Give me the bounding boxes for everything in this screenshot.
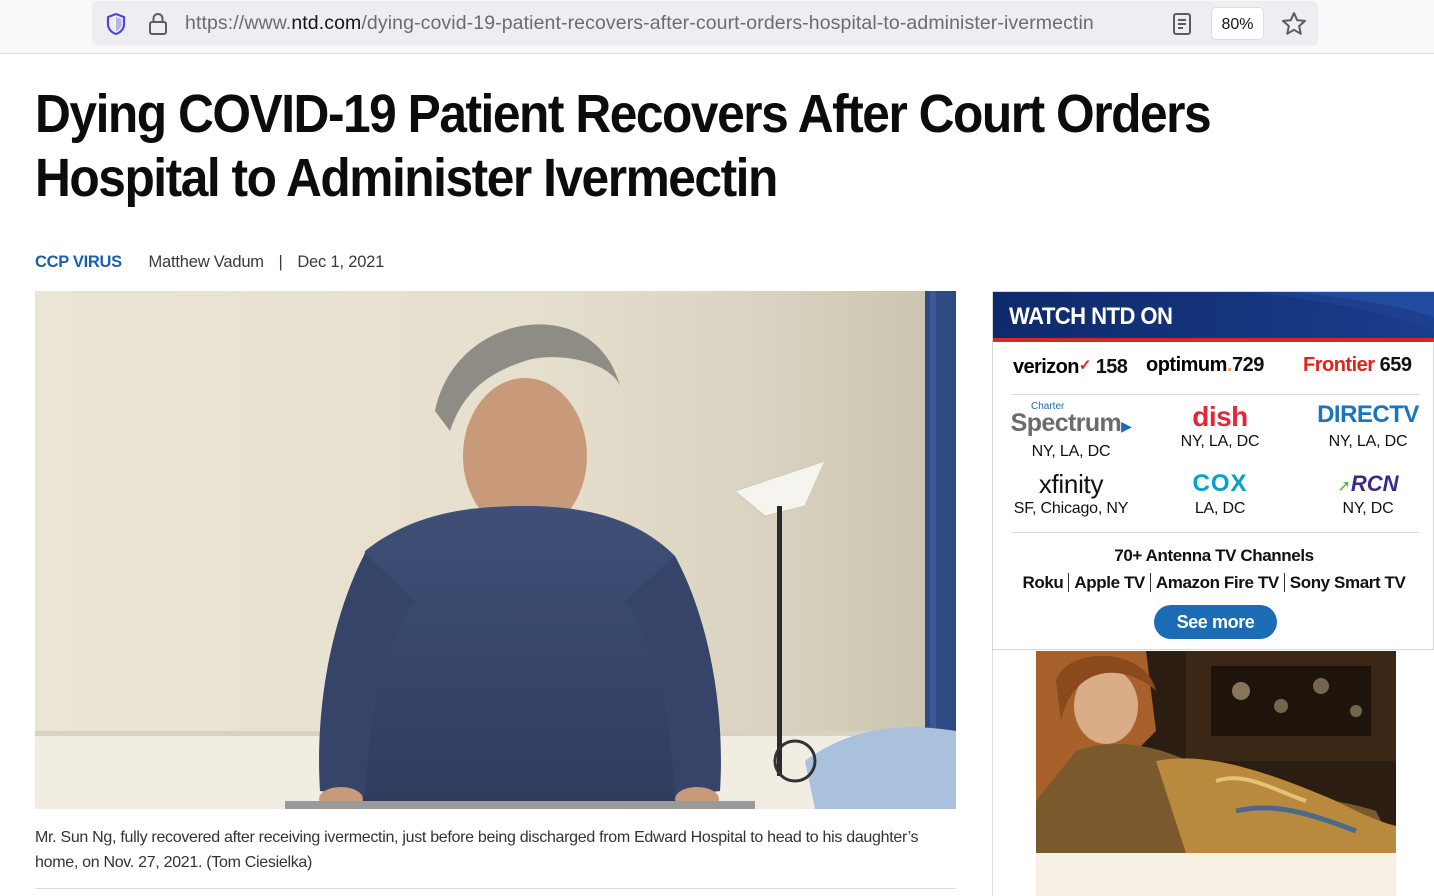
lock-icon[interactable] <box>146 11 170 37</box>
provider-frontier[interactable]: Frontier 659 <box>1303 354 1412 377</box>
device-apple-tv[interactable]: Apple TV <box>1068 573 1150 592</box>
provider-rcn[interactable]: ➚RCN NY, DC <box>1298 469 1434 519</box>
verizon-logo-text: verizon <box>1013 356 1079 378</box>
painting-illustration <box>1036 651 1396 853</box>
browser-toolbar: https://www.ntd.com/dying-covid-19-patie… <box>0 0 1434 54</box>
cox-logo: COX <box>1192 470 1248 497</box>
verizon-channel: 158 <box>1095 356 1128 378</box>
rcn-swoosh-icon: ➚ <box>1337 478 1351 495</box>
dish-locations: NY, LA, DC <box>1180 433 1260 450</box>
device-roku[interactable]: Roku <box>1018 573 1069 592</box>
widget-divider <box>1011 532 1419 533</box>
verizon-check-icon: ✓ <box>1078 357 1092 374</box>
bookmark-star-icon[interactable] <box>1280 10 1308 38</box>
xfinity-logo: xfinity <box>1038 469 1104 499</box>
antenna-channels-text: 70+ Antenna TV Channels <box>1114 546 1314 565</box>
zoom-level-button[interactable]: 80% <box>1211 7 1264 40</box>
directv-locations: NY, LA, DC <box>1328 433 1408 450</box>
category-link[interactable]: CCP VIRUS <box>35 253 122 271</box>
provider-xfinity[interactable]: xfinity SF, Chicago, NY <box>1001 469 1141 519</box>
watch-ntd-widget: WATCH NTD ON verizon✓ 158 optimum.729 Fr… <box>992 291 1434 650</box>
xfinity-locations: SF, Chicago, NY <box>1013 500 1129 517</box>
cox-locations: LA, DC <box>1194 500 1246 517</box>
painting-ad-card[interactable] <box>1036 853 1396 896</box>
dish-logo: dish <box>1192 401 1248 432</box>
publish-date: Dec 1, 2021 <box>297 253 385 271</box>
hero-photo-illustration <box>35 291 956 809</box>
article-meta: CCP VIRUS Matthew Vadum | Dec 1, 2021 <box>35 251 384 273</box>
url-text[interactable]: https://www.ntd.com/dying-covid-19-patie… <box>185 12 1158 38</box>
optimum-channel: 729 <box>1232 354 1264 376</box>
photo-caption: Mr. Sun Ng, fully recovered after receiv… <box>35 829 919 871</box>
widget-title: WATCH NTD ON <box>1009 303 1173 330</box>
provider-cox[interactable]: COX LA, DC <box>1150 469 1290 519</box>
reader-view-icon[interactable] <box>1170 11 1194 37</box>
provider-directv[interactable]: DIRECTV NY, LA, DC <box>1298 402 1434 452</box>
painting-ad-image[interactable] <box>1036 651 1396 853</box>
frontier-channel: 659 <box>1379 354 1412 376</box>
header-red-stripe <box>993 338 1434 342</box>
top-providers-row: verizon✓ 158 optimum.729 Frontier 659 <box>1013 354 1423 384</box>
device-list: Roku Apple TV Amazon Fire TV Sony Smart TV <box>993 573 1434 593</box>
frontier-logo-text: Frontier <box>1303 354 1375 376</box>
content-divider <box>35 888 956 889</box>
widget-header: WATCH NTD ON <box>993 292 1434 342</box>
directv-logo: DIRECTV <box>1317 401 1419 428</box>
author-link[interactable]: Matthew Vadum <box>148 253 264 271</box>
meta-separator: | <box>278 253 283 271</box>
widget-divider <box>1011 394 1419 395</box>
article-headline: Dying COVID-19 Patient Recovers After Co… <box>35 84 1212 208</box>
provider-dish[interactable]: dish NY, LA, DC <box>1150 402 1290 452</box>
device-amazon-fire-tv[interactable]: Amazon Fire TV <box>1149 573 1284 592</box>
sidebar-border <box>992 650 993 896</box>
provider-spectrum[interactable]: Charter Spectrum▶ NY, LA, DC <box>1001 402 1141 462</box>
provider-optimum[interactable]: optimum.729 <box>1146 354 1264 377</box>
spectrum-logo: Spectrum▶ <box>1010 409 1132 437</box>
hero-photo <box>35 291 956 809</box>
tracking-protection-shield-icon[interactable] <box>103 11 129 37</box>
device-sony-smart-tv[interactable]: Sony Smart TV <box>1283 573 1411 592</box>
rcn-logo: ➚RCN <box>1337 471 1399 496</box>
optimum-logo-text: optimum <box>1146 354 1227 376</box>
spectrum-locations: NY, LA, DC <box>1031 443 1111 460</box>
provider-verizon[interactable]: verizon✓ 158 <box>1013 356 1128 379</box>
see-more-button[interactable]: See more <box>1154 605 1277 639</box>
rcn-locations: NY, DC <box>1342 500 1394 517</box>
